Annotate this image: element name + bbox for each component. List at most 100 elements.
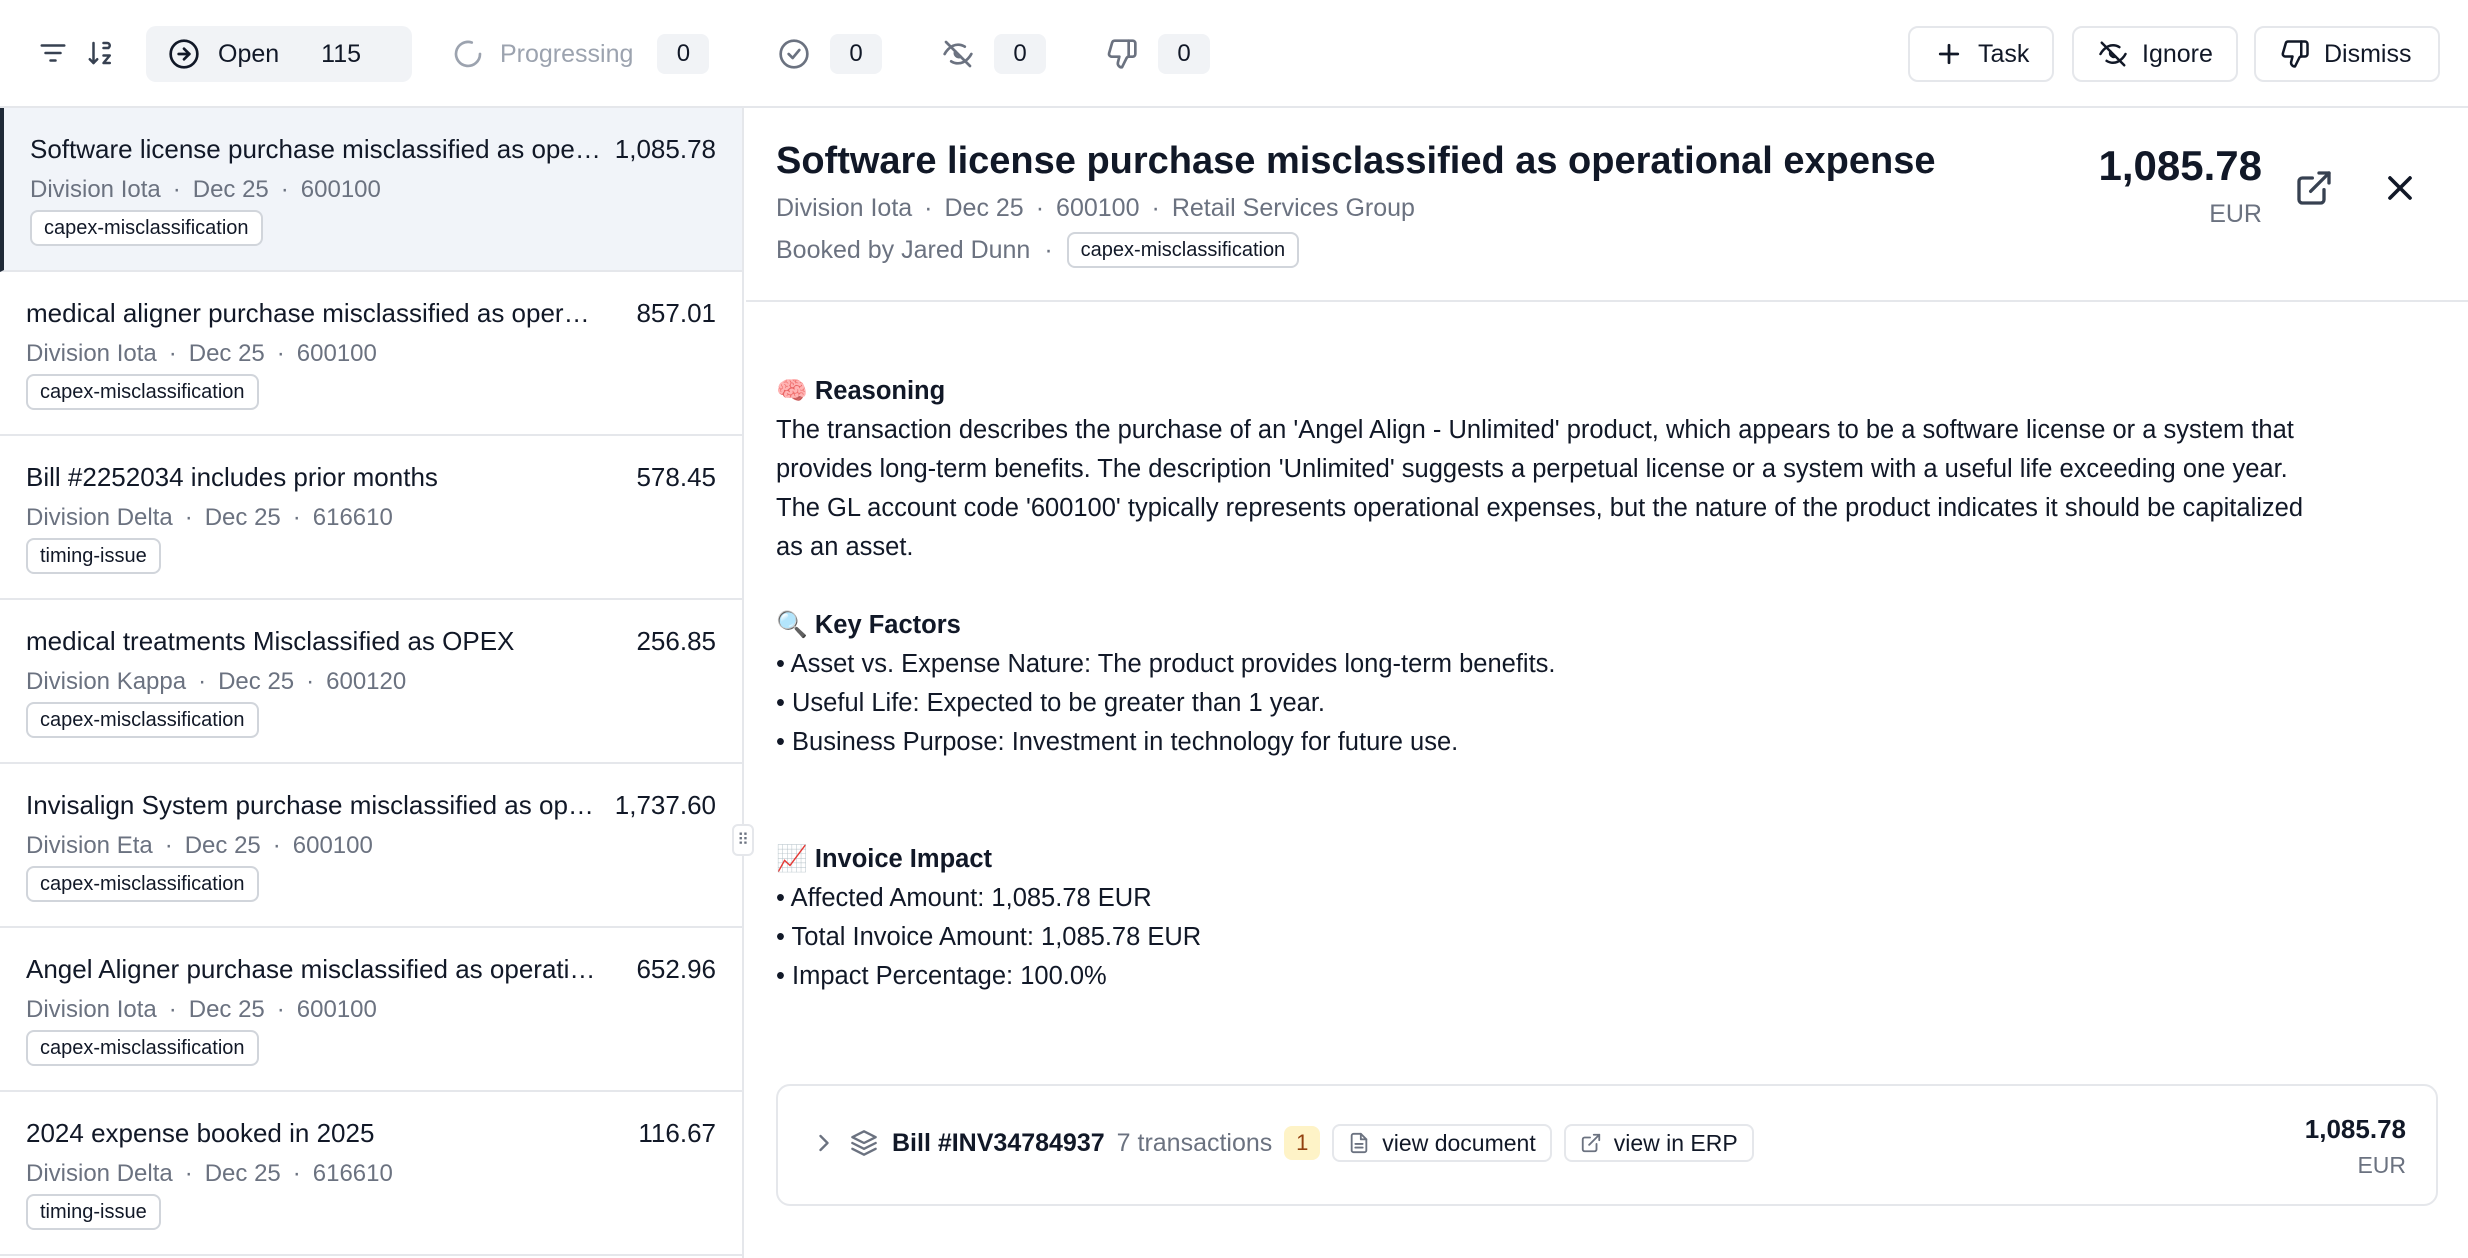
- list-item-account: 600100: [296, 340, 377, 367]
- list-item-account: 600120: [326, 668, 407, 695]
- list-item-title: Invisalign System purchase misclassified…: [26, 790, 600, 820]
- list-item[interactable]: Angel Aligner purchase misclassified as …: [0, 928, 742, 1092]
- list-item-tag: timing-issue: [26, 538, 161, 574]
- bill-badge: 1: [1284, 1126, 1321, 1160]
- status-filter-progressing[interactable]: Progressing 0: [452, 26, 710, 82]
- sort-icon[interactable]: [84, 36, 118, 70]
- status-progressing-count: 0: [657, 34, 710, 74]
- bill-row: Bill #INV34784937 7 transactions 1 view …: [810, 1124, 1754, 1162]
- list-item[interactable]: Invisalign System purchase misclassified…: [0, 764, 742, 928]
- bill-currency: EUR: [2357, 1152, 2406, 1178]
- detail-date: Dec 25: [944, 194, 1024, 222]
- external-link-icon[interactable]: [2294, 168, 2334, 208]
- list-item-date: Dec 25: [204, 1160, 281, 1187]
- document-icon: [1348, 1132, 1382, 1154]
- bill-name: Bill #INV34784937: [892, 1128, 1105, 1157]
- list-item-amount: 578.45: [636, 462, 716, 492]
- status-filter-ignored[interactable]: 0: [942, 26, 1046, 82]
- list-item-meta: Division Iota · Dec 25 · 600100: [30, 176, 381, 203]
- invoice-impact-item: • Affected Amount: 1,085.78 EUR: [776, 884, 1152, 912]
- list-item-date: Dec 25: [218, 668, 295, 695]
- list-item-date: Dec 25: [192, 176, 269, 203]
- list-item-tag: capex-misclassification: [30, 210, 263, 246]
- filter-icon[interactable]: [36, 36, 70, 70]
- loader-icon: [452, 38, 484, 70]
- list-item-tag: capex-misclassification: [26, 866, 259, 902]
- detail-panel: Software license purchase misclassified …: [746, 108, 2468, 1258]
- list-item-division: Division Delta: [26, 504, 173, 531]
- arrow-right-circle-icon: [168, 38, 200, 70]
- list-item-division: Division Iota: [26, 996, 157, 1023]
- add-task-label: Task: [1978, 39, 2030, 68]
- dismiss-button[interactable]: Dismiss: [2254, 26, 2440, 82]
- list-item-tag: capex-misclassification: [26, 374, 259, 410]
- list-item-date: Dec 25: [184, 832, 261, 859]
- list-item-meta: Division Delta · Dec 25 · 616610: [26, 1160, 393, 1187]
- status-filter-resolved[interactable]: 0: [778, 26, 882, 82]
- list-item-title: Angel Aligner purchase misclassified as …: [26, 954, 600, 984]
- bill-transactions: 7 transactions: [1116, 1128, 1273, 1157]
- magnifier-icon: 🔍: [776, 611, 808, 639]
- list-item-title: Bill #2252034 includes prior months: [26, 462, 438, 492]
- status-resolved-count: 0: [830, 34, 882, 74]
- thumbs-down-icon: [1106, 38, 1138, 70]
- status-filter-open[interactable]: Open 115: [146, 26, 412, 82]
- detail-meta: Division Iota · Dec 25 · 600100 · Retail Servi…: [776, 194, 1415, 222]
- list-item[interactable]: Bill #2252034 includes prior months 578.…: [0, 436, 742, 600]
- list-item-division: Division Delta: [26, 1160, 173, 1187]
- reasoning-heading: 🧠 Reasoning: [776, 377, 946, 405]
- external-link-icon: [1580, 1132, 1614, 1154]
- close-icon[interactable]: [2380, 168, 2420, 208]
- add-task-button[interactable]: Task: [1908, 26, 2054, 82]
- thumbs-down-icon: [2280, 39, 2324, 69]
- list-item-division: Division Iota: [26, 340, 157, 367]
- reasoning-text: as an asset.: [776, 533, 914, 561]
- detail-header: Software license purchase misclassified …: [746, 108, 2468, 302]
- view-in-erp-button[interactable]: view in ERP: [1563, 1124, 1754, 1162]
- list-item[interactable]: 2024 expense booked in 2025 116.67 Divis…: [0, 1092, 742, 1256]
- list-item-division: Division Kappa: [26, 668, 187, 695]
- eye-off-icon: [2098, 39, 2142, 69]
- chevron-right-icon[interactable]: [810, 1129, 838, 1157]
- status-dismissed-count: 0: [1158, 34, 1210, 74]
- list-item-title: Software license purchase misclassified …: [30, 134, 604, 164]
- detail-title: Software license purchase misclassified …: [776, 140, 1936, 182]
- key-factor-item: • Business Purpose: Investment in techno…: [776, 728, 1459, 756]
- list-item-account: 600100: [300, 176, 381, 203]
- chart-icon: 📈: [776, 845, 808, 873]
- detail-division: Division Iota: [776, 194, 913, 222]
- key-factor-item: • Useful Life: Expected to be greater th…: [776, 689, 1326, 717]
- list-item-account: 600100: [296, 996, 377, 1023]
- list-item-amount: 857.01: [636, 298, 716, 328]
- issue-list: Software license purchase misclassified …: [0, 108, 744, 1258]
- list-item-account: 616610: [312, 504, 393, 531]
- list-item-tag: capex-misclassification: [26, 1030, 259, 1066]
- plus-icon: [1934, 39, 1978, 69]
- list-item-account: 600100: [292, 832, 373, 859]
- view-in-erp-label: view in ERP: [1613, 1129, 1738, 1156]
- list-item-date: Dec 25: [204, 504, 281, 531]
- list-item[interactable]: Software license purchase misclassified …: [0, 108, 742, 272]
- key-factors-heading: 🔍 Key Factors: [776, 611, 961, 639]
- detail-amount: 1,085.78: [2098, 142, 2263, 189]
- detail-currency: EUR: [2209, 200, 2262, 228]
- ignore-label: Ignore: [2142, 39, 2213, 68]
- key-factor-item: • Asset vs. Expense Nature: The product …: [776, 650, 1556, 678]
- ignore-button[interactable]: Ignore: [2072, 26, 2238, 82]
- bill-card[interactable]: Bill #INV34784937 7 transactions 1 view …: [776, 1084, 2438, 1206]
- eye-off-icon: [942, 38, 974, 70]
- list-item-title: medical aligner purchase misclassified a…: [26, 298, 600, 328]
- detail-account: 600100: [1056, 194, 1140, 222]
- status-filter-dismissed[interactable]: 0: [1106, 26, 1210, 82]
- detail-group: Retail Services Group: [1171, 194, 1415, 222]
- list-item-tag: timing-issue: [26, 1194, 161, 1230]
- list-item[interactable]: medical aligner purchase misclassified a…: [0, 272, 742, 436]
- list-item-meta: Division Delta · Dec 25 · 616610: [26, 504, 393, 531]
- status-ignored-count: 0: [994, 34, 1046, 74]
- view-document-button[interactable]: view document: [1332, 1124, 1552, 1162]
- detail-tag: capex-misclassification: [1066, 232, 1300, 268]
- list-item[interactable]: medical treatments Misclassified as OPEX…: [0, 600, 742, 764]
- detail-booked-row: Booked by Jared Dunn · capex-misclassifica…: [776, 232, 1300, 268]
- status-progressing-label: Progressing: [500, 39, 634, 68]
- detail-body: 🧠 Reasoning The transaction describes th…: [776, 372, 2446, 996]
